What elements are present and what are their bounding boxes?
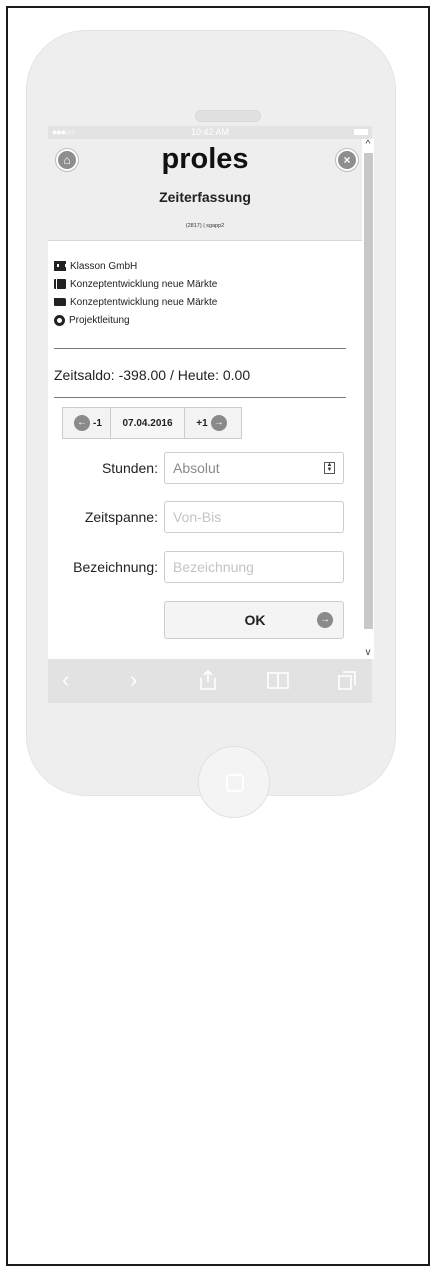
phone-home-button[interactable]	[198, 746, 270, 818]
project-name: Konzeptentwicklung neue Märkte	[70, 278, 218, 290]
app-header: ⌂ proles × Zeiterfassung (2817) | sgapp2	[48, 139, 362, 241]
close-icon[interactable]: ×	[336, 149, 358, 171]
scrollbar[interactable]: ^ v	[362, 139, 374, 659]
hours-row: Stunden: Absolut ▲ ▼	[48, 452, 362, 484]
subproject-row: Konzeptentwicklung neue Märkte	[54, 293, 354, 311]
booking-context: Klasson GmbH Konzeptentwicklung neue Mär…	[54, 257, 354, 329]
phone-speaker	[195, 110, 261, 122]
role-name: Projektleitung	[69, 314, 130, 326]
timespan-input[interactable]: Von-Bis	[164, 501, 344, 533]
folder-icon	[54, 298, 66, 306]
arrow-left-icon: ←	[74, 415, 91, 431]
divider-bottom	[54, 397, 346, 398]
hours-value: Absolut	[173, 460, 220, 476]
battery-icon	[354, 129, 368, 135]
app-logo: proles	[161, 143, 249, 175]
role-row: Projektleitung	[54, 311, 354, 329]
book-icon	[54, 279, 66, 289]
prev-day-button[interactable]: ← -1	[63, 408, 111, 438]
select-arrows-icon: ▲ ▼	[324, 462, 335, 474]
page-title: Zeiterfassung	[159, 189, 251, 205]
timespan-label: Zeitspanne:	[84, 509, 158, 525]
forward-icon[interactable]: ›	[130, 669, 137, 691]
scroll-down-icon[interactable]: v	[362, 647, 374, 659]
building-icon	[54, 261, 67, 271]
status-bar: ●●●○○ 10:42 AM	[48, 126, 372, 139]
user-info: (2817) | sgapp2	[185, 223, 225, 229]
description-placeholder: Bezeichnung	[173, 559, 254, 575]
divider-top	[54, 348, 346, 349]
description-row: Bezeichnung: Bezeichnung	[48, 551, 362, 583]
back-icon[interactable]: ‹	[62, 669, 69, 691]
scroll-up-icon[interactable]: ^	[362, 139, 374, 151]
arrow-right-icon: →	[210, 415, 227, 431]
company-name: Klasson GmbH	[70, 260, 138, 272]
ok-button[interactable]: OK →	[164, 601, 344, 639]
time-balance: Zeitsaldo: -398.00 / Heute: 0.00	[54, 367, 251, 383]
timespan-placeholder: Von-Bis	[173, 509, 222, 525]
date-navigator: ← -1 07.04.2016 +1 →	[62, 407, 242, 439]
status-time: 10:42 AM	[190, 127, 230, 137]
scroll-thumb[interactable]	[364, 153, 373, 629]
tabs-icon[interactable]	[336, 669, 358, 691]
bookmarks-icon[interactable]	[266, 669, 290, 691]
gear-icon	[54, 314, 65, 326]
hours-label: Stunden:	[101, 460, 158, 476]
browser-toolbar: ‹ ›	[48, 659, 372, 703]
prev-day-label: -1	[93, 417, 102, 429]
next-day-label: +1	[196, 417, 208, 429]
next-day-button[interactable]: +1 →	[185, 408, 241, 438]
timespan-row: Zeitspanne: Von-Bis	[48, 501, 362, 533]
description-label: Bezeichnung:	[73, 559, 158, 575]
current-date[interactable]: 07.04.2016	[111, 408, 185, 438]
description-input[interactable]: Bezeichnung	[164, 551, 344, 583]
app-screen: ⌂ proles × Zeiterfassung (2817) | sgapp2…	[48, 139, 362, 659]
subproject-name: Konzeptentwicklung neue Märkte	[70, 296, 218, 308]
company-row: Klasson GmbH	[54, 257, 354, 275]
hours-select[interactable]: Absolut ▲ ▼	[164, 452, 344, 484]
arrow-right-icon: →	[317, 612, 333, 628]
project-row: Konzeptentwicklung neue Märkte	[54, 275, 354, 293]
share-icon[interactable]	[198, 669, 218, 691]
